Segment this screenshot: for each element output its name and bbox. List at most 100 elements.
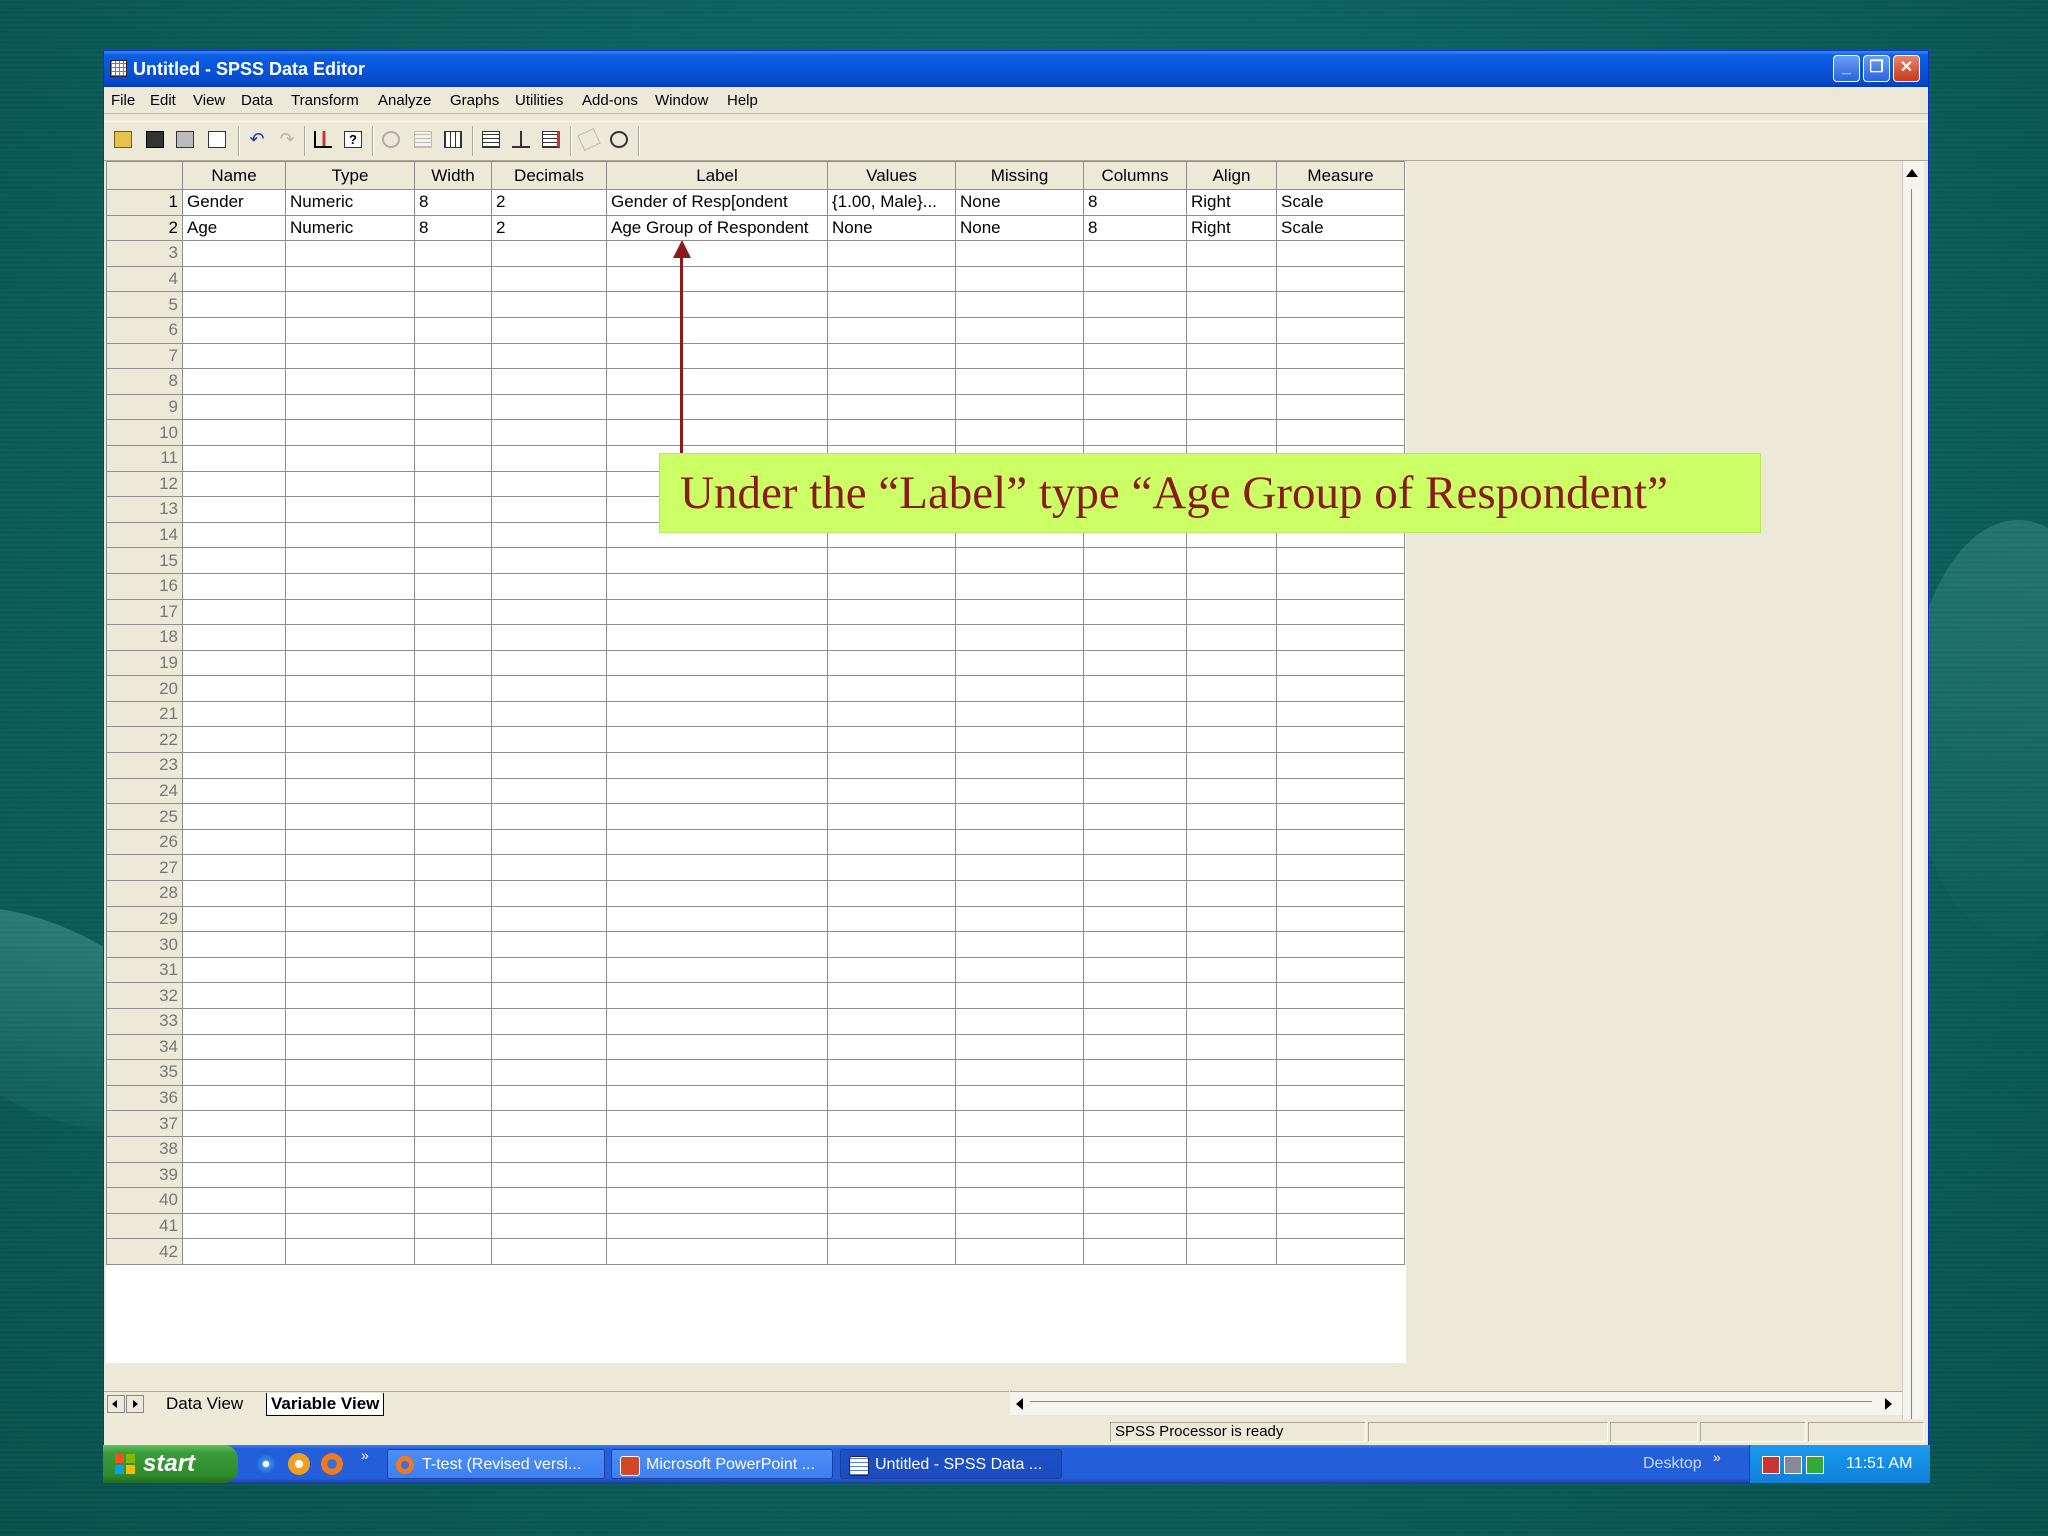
cell-align[interactable] <box>1186 982 1277 1009</box>
cell-type[interactable] <box>285 828 415 856</box>
cell-width[interactable] <box>414 1033 492 1061</box>
cell-decimals[interactable] <box>491 291 607 318</box>
cell-values[interactable] <box>827 393 956 421</box>
cell-label[interactable] <box>606 1059 828 1086</box>
cell-values[interactable] <box>827 880 956 907</box>
cell-measure[interactable]: Scale <box>1276 214 1405 242</box>
cell-label[interactable] <box>606 1212 828 1240</box>
taskbar-button-powerpoint[interactable]: Microsoft PowerPoint ... <box>611 1449 833 1479</box>
cell-width[interactable] <box>414 982 492 1009</box>
weight-cases-icon[interactable] <box>508 127 534 153</box>
cell-name[interactable] <box>182 1059 286 1086</box>
cell-measure[interactable] <box>1276 777 1405 805</box>
cell-values[interactable] <box>827 1161 956 1189</box>
cell-missing[interactable] <box>955 726 1084 754</box>
cell-width[interactable] <box>414 1238 492 1265</box>
cell-name[interactable] <box>182 624 286 651</box>
column-header-values[interactable]: Values <box>827 161 956 190</box>
row-header[interactable]: 19 <box>106 649 183 677</box>
column-header-decimals[interactable]: Decimals <box>491 161 607 190</box>
cell-type[interactable] <box>285 598 415 626</box>
menu-add-ons[interactable]: Add-ons <box>582 92 638 109</box>
cell-decimals[interactable] <box>491 1161 607 1189</box>
cell-label[interactable] <box>606 675 828 702</box>
cell-type[interactable] <box>285 726 415 754</box>
cell-values[interactable] <box>827 700 956 728</box>
cell-align[interactable] <box>1186 572 1277 600</box>
row-header[interactable]: 12 <box>106 470 183 498</box>
cell-label[interactable] <box>606 956 828 984</box>
cell-decimals[interactable] <box>491 1135 607 1163</box>
cell-align[interactable] <box>1186 547 1277 574</box>
row-header[interactable]: 36 <box>106 1084 183 1112</box>
cell-columns[interactable] <box>1083 368 1187 395</box>
menu-help[interactable]: Help <box>727 92 758 109</box>
cell-type[interactable] <box>285 342 415 370</box>
cell-decimals[interactable] <box>491 1110 607 1137</box>
row-header[interactable]: 9 <box>106 393 183 421</box>
cell-measure[interactable] <box>1276 316 1405 344</box>
cell-type[interactable] <box>285 982 415 1009</box>
cell-name[interactable] <box>182 1008 286 1035</box>
cell-columns[interactable] <box>1083 572 1187 600</box>
taskbar-button-firefox[interactable]: T-test (Revised versi... <box>387 1449 605 1479</box>
cell-name[interactable] <box>182 470 286 498</box>
cell-values[interactable] <box>827 1008 956 1035</box>
desktop-chevron-icon[interactable]: » <box>1713 1449 1721 1465</box>
cell-type[interactable] <box>285 1135 415 1163</box>
row-header[interactable]: 22 <box>106 726 183 754</box>
menu-data[interactable]: Data <box>241 92 273 109</box>
cell-align[interactable]: Right <box>1186 189 1277 216</box>
row-header[interactable]: 40 <box>106 1187 183 1214</box>
menu-transform[interactable]: Transform <box>291 92 359 109</box>
cell-measure[interactable] <box>1276 342 1405 370</box>
cell-decimals[interactable] <box>491 265 607 293</box>
row-header[interactable]: 30 <box>106 931 183 958</box>
cell-columns[interactable] <box>1083 624 1187 651</box>
cell-columns[interactable] <box>1083 931 1187 958</box>
cell-width[interactable] <box>414 547 492 574</box>
cell-label[interactable] <box>606 393 828 421</box>
cell-width[interactable] <box>414 419 492 446</box>
cell-measure[interactable] <box>1276 240 1405 267</box>
cell-values[interactable] <box>827 982 956 1009</box>
cell-label[interactable] <box>606 265 828 293</box>
column-header-align[interactable]: Align <box>1186 161 1277 190</box>
cell-align[interactable] <box>1186 675 1277 702</box>
cell-label[interactable] <box>606 828 828 856</box>
cell-values[interactable]: None <box>827 214 956 242</box>
cell-decimals[interactable] <box>491 675 607 702</box>
cell-columns[interactable] <box>1083 854 1187 882</box>
cell-values[interactable] <box>827 316 956 344</box>
cell-type[interactable] <box>285 777 415 805</box>
cell-decimals[interactable] <box>491 880 607 907</box>
cell-measure[interactable] <box>1276 956 1405 984</box>
cell-width[interactable] <box>414 572 492 600</box>
cell-width[interactable] <box>414 1212 492 1240</box>
cell-columns[interactable] <box>1083 598 1187 626</box>
cell-decimals[interactable] <box>491 444 607 472</box>
cell-measure[interactable] <box>1276 905 1405 933</box>
cell-decimals[interactable] <box>491 777 607 805</box>
tab-variable-view[interactable]: Variable View <box>266 1393 385 1416</box>
cell-label[interactable] <box>606 624 828 651</box>
cell-values[interactable] <box>827 624 956 651</box>
cell-values[interactable] <box>827 1187 956 1214</box>
cell-name[interactable] <box>182 316 286 344</box>
tab-scroll-left-icon[interactable] <box>107 1395 125 1413</box>
cell-decimals[interactable] <box>491 803 607 830</box>
cell-measure[interactable] <box>1276 1008 1405 1035</box>
cell-measure[interactable] <box>1276 1212 1405 1240</box>
scroll-left-arrow-icon[interactable] <box>1016 1398 1023 1410</box>
cell-align[interactable] <box>1186 342 1277 370</box>
cell-decimals[interactable] <box>491 419 607 446</box>
cell-name[interactable] <box>182 752 286 779</box>
menu-graphs[interactable]: Graphs <box>450 92 499 109</box>
cell-type[interactable] <box>285 1187 415 1214</box>
cell-measure[interactable] <box>1276 291 1405 318</box>
cell-type[interactable]: Numeric <box>285 214 415 242</box>
cell-missing[interactable] <box>955 368 1084 395</box>
cell-missing[interactable] <box>955 265 1084 293</box>
cell-measure[interactable] <box>1276 982 1405 1009</box>
cell-label[interactable] <box>606 240 828 267</box>
